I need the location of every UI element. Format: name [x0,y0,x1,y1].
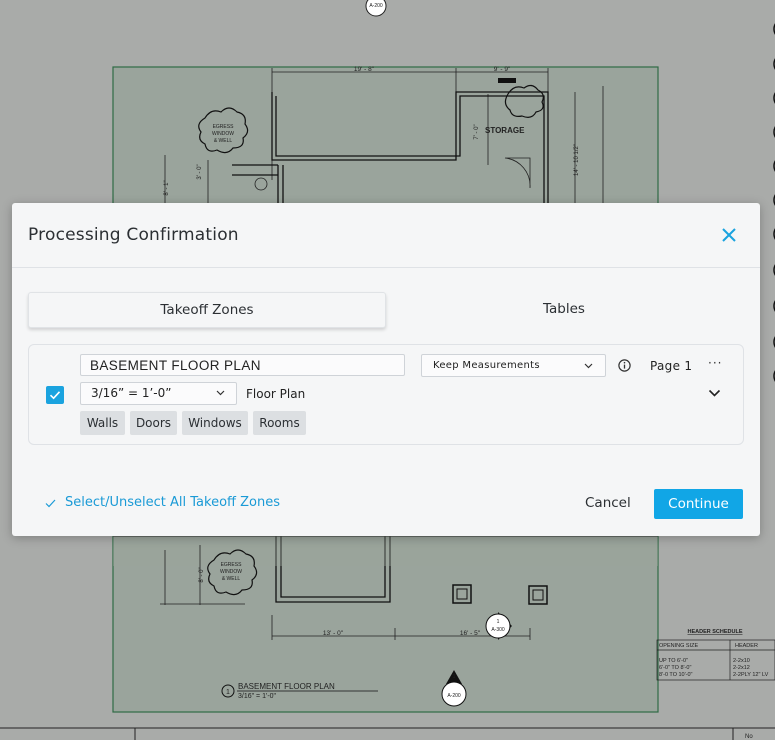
zone-name-field[interactable]: BASEMENT FLOOR PLAN [80,354,405,376]
measurement-value: Keep Measurements [433,360,540,371]
more-options-icon[interactable]: ··· [708,356,722,370]
dimension-text: 13' - 0" [323,630,344,637]
chevron-down-icon [584,363,593,369]
svg-text:WINDOW: WINDOW [220,569,242,575]
zone-type-label: Floor Plan [246,387,306,401]
takeoff-zone-card: BASEMENT FLOOR PLAN 3/16” = 1’-0” Floor … [28,344,744,445]
svg-text:1: 1 [497,619,500,625]
svg-text:EGRESS: EGRESS [213,124,235,130]
dimension-text: 8' - 1" [164,180,170,195]
dimension-text: 8' - 0" [199,567,205,582]
tag-doors[interactable]: Doors [130,411,177,435]
svg-text:2-2PLY 12" LV: 2-2PLY 12" LV [733,672,769,678]
room-label: STORAGE [485,126,525,135]
svg-text:BASEMENT FLOOR PLAN: BASEMENT FLOOR PLAN [238,682,335,691]
scale-dropdown[interactable]: 3/16” = 1’-0” [80,382,237,405]
dialog-title: Processing Confirmation [28,225,239,245]
checkmark-icon [49,391,61,400]
dimension-text: 9' - 9" [494,66,511,73]
chevron-down-icon [216,390,225,396]
page-label: Page 1 [650,359,693,373]
info-icon[interactable] [618,359,631,372]
svg-text:2-2x10: 2-2x10 [733,658,750,664]
svg-text:A-200: A-200 [447,693,461,699]
scale-value: 3/16” = 1’-0” [91,386,172,400]
zone-checkbox[interactable] [46,386,64,404]
tab-tables[interactable]: Tables [386,292,742,326]
checkmark-icon [45,499,56,508]
dimension-text: 14' - 10 1/2" [574,144,580,176]
svg-text:1: 1 [226,689,230,696]
tab-takeoff-zones[interactable]: Takeoff Zones [28,292,386,328]
tab-bar: Takeoff Zones Tables [28,292,744,328]
marker-label: A-200 [369,3,383,9]
continue-button[interactable]: Continue [654,489,743,519]
measurement-dropdown[interactable]: Keep Measurements [421,354,606,377]
svg-text:2-2x12: 2-2x12 [733,665,750,671]
svg-text:A-300: A-300 [491,627,505,633]
cancel-button[interactable]: Cancel [585,495,631,511]
section-marker-top: A-200 [365,0,387,17]
dialog-header: Processing Confirmation [12,203,760,268]
tag-windows[interactable]: Windows [182,411,248,435]
tag-walls[interactable]: Walls [80,411,125,435]
svg-text:3/16" = 1'-0": 3/16" = 1'-0" [238,693,277,700]
svg-text:& WELL: & WELL [214,138,233,144]
svg-text:1: 1 [453,674,456,680]
title-block-label: No [745,734,753,740]
chevron-down-icon[interactable] [708,389,721,398]
svg-text:& WELL: & WELL [222,576,241,582]
svg-text:HEADER: HEADER [735,643,758,649]
tag-rooms[interactable]: Rooms [253,411,306,435]
processing-confirmation-dialog: Processing Confirmation Takeoff Zones Ta… [12,203,760,536]
svg-text:HEADER SCHEDULE: HEADER SCHEDULE [687,629,742,635]
select-all-label: Select/Unselect All Takeoff Zones [65,495,280,510]
svg-text:OPENING SIZE: OPENING SIZE [659,643,698,649]
svg-text:6'-0" TO 8'-0": 6'-0" TO 8'-0" [659,665,691,671]
svg-text:8'-0 TO 10'-0": 8'-0 TO 10'-0" [659,672,693,678]
dimension-text: 7' - 0" [474,124,480,139]
close-icon[interactable] [718,224,740,246]
svg-text:UP TO 6'-0": UP TO 6'-0" [659,658,688,664]
dimension-text: 3' - 0" [197,164,203,179]
svg-text:EGRESS: EGRESS [221,562,243,568]
svg-text:WINDOW: WINDOW [212,131,234,137]
dimension-text: 16' - 5" [460,630,481,637]
dimension-text: 19' - 8" [354,66,375,73]
